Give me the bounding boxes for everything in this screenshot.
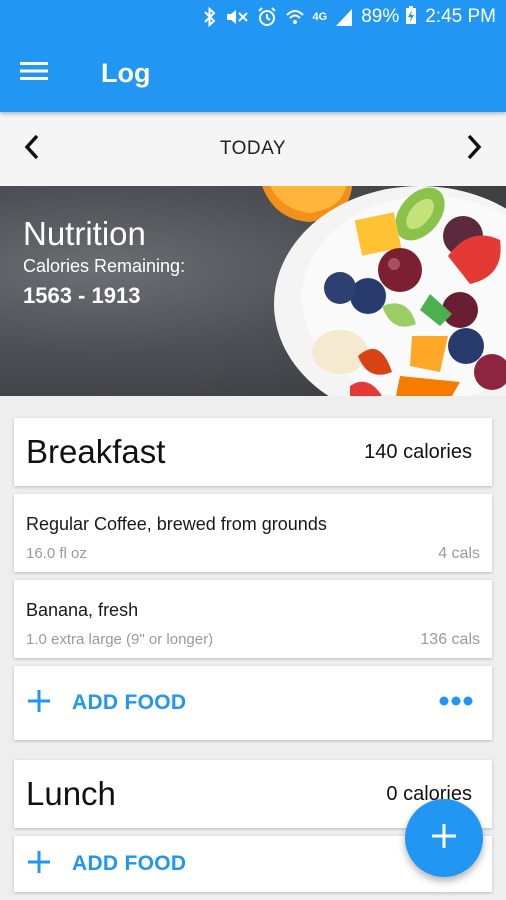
chevron-right-icon [466, 134, 482, 165]
add-food-button[interactable]: ADD FOOD [28, 689, 187, 717]
food-portion: 16.0 fl oz [26, 545, 87, 562]
meal-name: Lunch [26, 775, 116, 812]
status-bar: 4G 89% 2:45 PM [0, 0, 506, 34]
food-item[interactable]: Regular Coffee, brewed from grounds 16.0… [14, 494, 492, 572]
meal-name: Breakfast [26, 433, 166, 470]
add-food-label: ADD FOOD [72, 691, 187, 714]
previous-day-button[interactable] [0, 112, 64, 186]
plus-icon [28, 850, 50, 878]
add-food-label: ADD FOOD [72, 852, 187, 875]
meal-calories: 140 calories [364, 440, 472, 463]
top-bar: 4G 89% 2:45 PM Log [0, 0, 506, 112]
battery-percent: 89% [361, 6, 400, 27]
quick-add-fab[interactable] [405, 799, 483, 877]
food-portion: 1.0 extra large (9" or longer) [26, 631, 214, 648]
breakfast-header-card[interactable]: Breakfast 140 calories [14, 418, 492, 486]
calories-remaining-value: 1563 - 1913 [23, 283, 141, 308]
hamburger-menu-icon [20, 61, 48, 86]
food-calories: 136 cals [420, 631, 480, 648]
food-item[interactable]: Banana, fresh 1.0 extra large (9" or lon… [14, 580, 492, 658]
menu-button[interactable] [0, 34, 68, 112]
page-title: Log [101, 57, 151, 88]
bluetooth-icon [203, 7, 217, 27]
alarm-icon [257, 7, 277, 27]
date-navigator: TODAY [0, 112, 506, 186]
nutrition-banner[interactable]: Nutrition Calories Remaining: 1563 - 191… [0, 186, 506, 396]
clock: 2:45 PM [425, 6, 496, 27]
date-label[interactable]: TODAY [220, 138, 286, 160]
signal-icon [335, 7, 353, 27]
lte-icon: 4G [312, 11, 328, 23]
food-name: Banana, fresh [26, 600, 139, 620]
chevron-left-icon [24, 134, 40, 165]
more-options-icon[interactable] [438, 694, 474, 712]
next-day-button[interactable] [442, 112, 506, 186]
food-name: Regular Coffee, brewed from grounds [26, 514, 327, 534]
nutrition-title: Nutrition [23, 215, 146, 252]
breakfast-add-food-card: ADD FOOD [14, 666, 492, 740]
calories-remaining-label: Calories Remaining: [23, 256, 186, 276]
plus-icon [432, 823, 456, 853]
plus-icon [28, 689, 50, 717]
mute-icon [225, 7, 249, 27]
add-food-button[interactable]: ADD FOOD [28, 850, 187, 878]
battery-charging-icon [405, 5, 417, 30]
app-bar: Log [0, 34, 506, 112]
wifi-icon [285, 7, 305, 27]
food-calories: 4 cals [438, 545, 480, 562]
